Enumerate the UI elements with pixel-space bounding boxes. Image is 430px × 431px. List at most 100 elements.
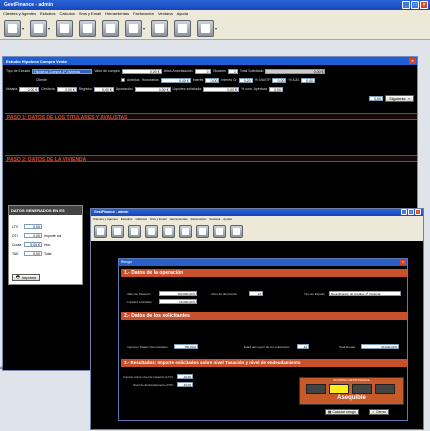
interes-label: Interés — [192, 78, 204, 82]
card-icon[interactable] — [162, 225, 175, 238]
dti-field: 0,00 — [24, 233, 42, 238]
gestoria-field[interactable]: 0,00 € — [56, 86, 77, 92]
menu2-herramientas[interactable]: Herramientas — [170, 217, 188, 221]
cerrar-button[interactable]: ✔ Cerrar — [369, 409, 389, 415]
maximize-button[interactable]: □ — [411, 1, 419, 9]
users-icon[interactable] — [94, 225, 107, 238]
window2-controls: _ □ × — [401, 209, 421, 215]
interes-d-field[interactable]: 0,20 — [238, 77, 253, 83]
menu-herramientas[interactable]: Herramientas — [105, 11, 129, 17]
tag-icon[interactable] — [111, 225, 124, 238]
document-icon[interactable] — [145, 225, 158, 238]
menu-ventana[interactable]: Ventana — [158, 11, 173, 17]
close-icon[interactable]: × — [409, 58, 416, 64]
ajd-field[interactable]: 0,00 — [300, 77, 315, 83]
registro-field[interactable]: 0,00 € — [93, 86, 114, 92]
menu2-calculos[interactable]: Cálculos — [135, 217, 147, 221]
menu2-sms[interactable]: Sms y Email — [150, 217, 167, 221]
form-row-3: Notaria 0,00 € Gestoría 0,00 € Registro … — [3, 85, 417, 93]
total-deuda-field[interactable]: 30.000,00 € — [361, 344, 399, 349]
liquidez-label: Liquidez solicitada — [172, 87, 202, 91]
globe-icon[interactable] — [213, 225, 226, 238]
menu2-ayuda[interactable]: Ayuda — [223, 217, 231, 221]
tipo-select[interactable]: Hipoteca Compra 1ª Vivienda — [32, 68, 93, 74]
anios-field[interactable]: 10 — [249, 291, 263, 296]
menu-clientes[interactable]: Clientes y Agentes — [3, 11, 36, 17]
minimize-button[interactable]: _ — [402, 1, 410, 9]
app-title: GestFinance - admin — [4, 2, 54, 8]
tag-icon[interactable] — [30, 20, 48, 37]
total-label: Total — [44, 251, 52, 256]
calculator-icon[interactable] — [128, 225, 141, 238]
calculator2-icon[interactable] — [125, 20, 143, 37]
interes-field[interactable]: 0,00 — [205, 77, 220, 83]
scoring-cells — [300, 383, 403, 395]
anios-field[interactable]: 0 — [194, 68, 211, 74]
anios-label: Años de devolución — [211, 292, 238, 296]
check-icon: ✔ — [372, 410, 375, 414]
apertura-label: % com. Apertura — [241, 87, 267, 91]
menu-ayuda[interactable]: Ayuda — [177, 11, 188, 17]
chevron-down-icon[interactable]: ▾ — [215, 26, 217, 31]
menu2-clientes[interactable]: Clientes y Agentes — [93, 217, 118, 221]
calendar-icon[interactable] — [151, 20, 169, 37]
network-icon[interactable] — [197, 20, 215, 37]
calcular-riesgo-button[interactable]: ▦ Calcular riesgo — [325, 409, 359, 415]
close-button[interactable]: × — [415, 209, 421, 215]
calculator2-icon[interactable] — [179, 225, 192, 238]
chevron-down-icon[interactable]: ▾ — [48, 26, 50, 31]
menu2-ventana[interactable]: Ventana — [209, 217, 220, 221]
siguiente-button[interactable]: Siguiente» — [385, 94, 414, 102]
valor-compra-field[interactable]: 0,00 € — [121, 68, 162, 74]
liquidez-label: Liquidez solicitada — [127, 300, 152, 304]
liquidez-field[interactable]: 15.000,00 € — [159, 299, 197, 304]
menu-calculos[interactable]: Cálculos — [59, 11, 74, 17]
ingresos-field[interactable]: 750,00 € — [174, 344, 198, 349]
card-icon[interactable] — [102, 20, 120, 37]
menu2-facturacion[interactable]: Facturación — [191, 217, 207, 221]
iva-label: % IVA/ITP — [254, 78, 271, 82]
ambitos-label: Ambitos — [126, 78, 140, 82]
titulares-field[interactable]: 1 — [227, 68, 238, 74]
extra-field[interactable]: 0,00 — [369, 95, 384, 101]
scoring-cell-active — [329, 384, 349, 394]
notaria-field[interactable]: 0,00 € — [19, 86, 40, 92]
ltv-field: 10,00 — [177, 374, 193, 379]
ambitos-checkbox[interactable] — [120, 78, 125, 82]
edad-field[interactable]: 22 — [297, 344, 309, 349]
menu-sms[interactable]: Sms y Email — [79, 11, 101, 17]
globe-icon[interactable] — [174, 20, 192, 37]
liquidez-field[interactable]: 0,00 € — [203, 86, 240, 92]
dti-label: DTI — [12, 233, 18, 238]
cuota-label: Cuota — [12, 242, 22, 247]
chevron-down-icon[interactable]: ▾ — [143, 26, 145, 31]
close-button[interactable]: × — [420, 1, 428, 9]
cuota-field: 0,00 € — [24, 242, 42, 247]
ingresos-label: Ingresos Totales Demostrados — [127, 345, 168, 349]
edad-label: Edad del mayor de los solicitantes — [244, 345, 290, 349]
ltv-field: 0,00 — [24, 224, 42, 229]
calculator-icon[interactable] — [56, 20, 74, 37]
imprimir-button[interactable]: 🖶 Imprimir — [12, 274, 41, 281]
valor-tasacion-field[interactable]: 150.000,00 € — [159, 291, 197, 296]
chevron-down-icon[interactable]: ▾ — [22, 26, 24, 31]
minimize-button[interactable]: _ — [401, 209, 407, 215]
total-solicitado-field: 0,00 € — [265, 68, 326, 74]
maximize-button[interactable]: □ — [408, 209, 414, 215]
tipo-select[interactable]: Reunificación de créditos 1ª Vivienda — [329, 291, 401, 296]
document-icon[interactable] — [79, 20, 97, 37]
calendar-icon[interactable] — [196, 225, 209, 238]
network-icon[interactable] — [230, 225, 243, 238]
menu-facturacion[interactable]: Facturación — [133, 11, 154, 17]
aportacion-field[interactable]: 0,00 € — [134, 86, 171, 92]
users-icon[interactable] — [4, 20, 21, 37]
apertura-field[interactable]: 0,00 — [269, 86, 283, 92]
menu-estudios[interactable]: Estudios — [40, 11, 55, 17]
menu2-estudios[interactable]: Estudios — [121, 217, 133, 221]
status-bar: Aap 1.0.4\Data 1.0.4 — [0, 366, 33, 370]
close-icon[interactable]: × — [400, 260, 406, 265]
honorarios-field[interactable]: 0,00 € — [160, 77, 191, 83]
iva-field[interactable]: 0,00 — [272, 77, 287, 83]
main-toolbar: ▾ ▾ ▾ ▾ — [0, 18, 430, 40]
interes-d-label: Interés D/ — [221, 78, 237, 82]
